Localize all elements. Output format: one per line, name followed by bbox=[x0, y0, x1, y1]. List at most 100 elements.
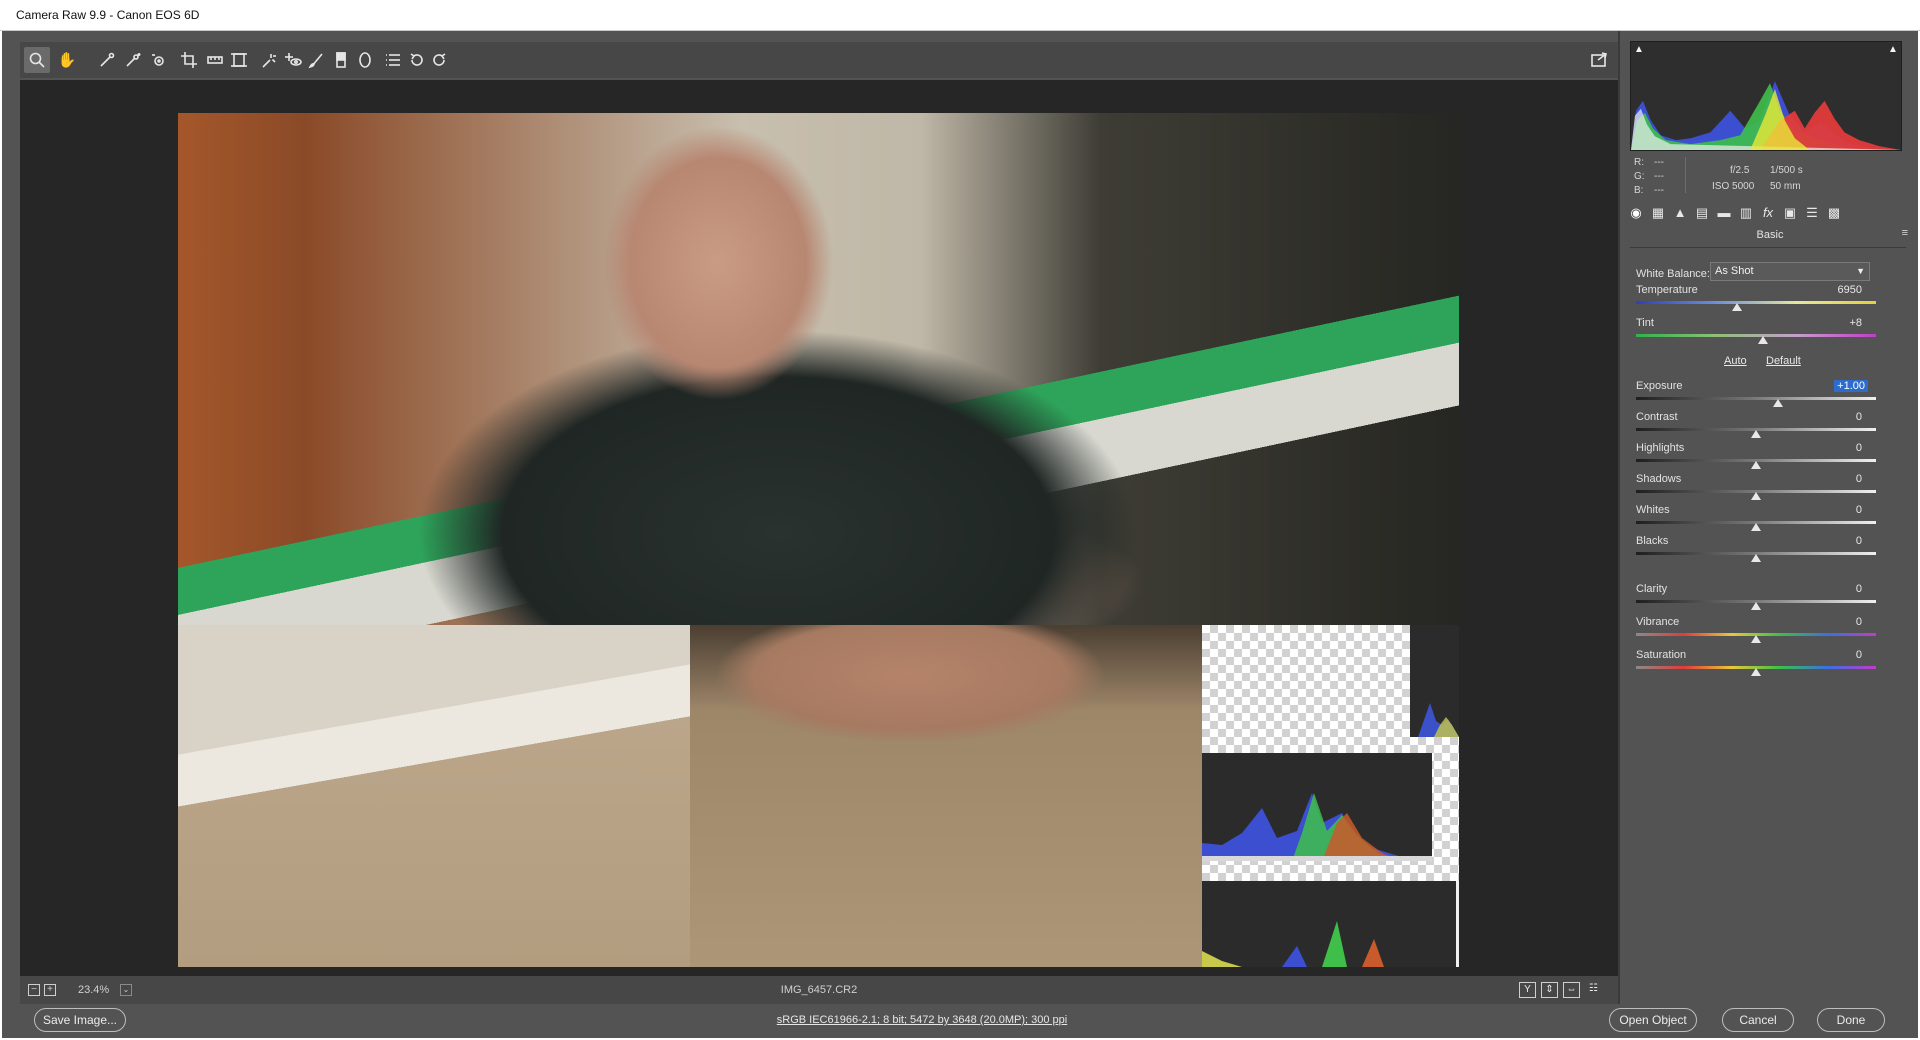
auto-link[interactable]: Auto bbox=[1724, 355, 1747, 367]
fullscreen-icon[interactable] bbox=[1586, 47, 1612, 73]
basic-panel: White Balance: As Shot ▼ Temperature 695… bbox=[1630, 247, 1906, 1004]
zoom-tool-icon[interactable] bbox=[24, 47, 50, 73]
snapshots-tab-icon[interactable]: ▩ bbox=[1826, 205, 1842, 221]
slider-value[interactable]: 0 bbox=[1856, 473, 1862, 485]
swap-before-after-button[interactable]: ⇕ bbox=[1541, 982, 1558, 998]
slider-thumb[interactable] bbox=[1758, 336, 1769, 344]
open-object-button[interactable]: Open Object bbox=[1609, 1008, 1697, 1032]
white-balance-tool-icon[interactable] bbox=[94, 47, 120, 73]
effects-tab-icon[interactable]: fx bbox=[1760, 205, 1776, 221]
slider-thumb[interactable] bbox=[1772, 399, 1783, 407]
slider-thumb[interactable] bbox=[1751, 635, 1761, 643]
image-canvas[interactable] bbox=[20, 80, 1618, 976]
slider-value[interactable]: 0 bbox=[1856, 535, 1862, 547]
shadows-slider[interactable]: Shadows 0 bbox=[1636, 473, 1876, 501]
straighten-tool-icon[interactable] bbox=[202, 47, 228, 73]
camera-calibration-tab-icon[interactable]: ▣ bbox=[1782, 205, 1798, 221]
highlight-clipping-warning-icon[interactable]: ▲ bbox=[1887, 44, 1899, 56]
toggle-settings-button[interactable]: ☷ bbox=[1585, 982, 1602, 998]
red-eye-removal-tool-icon[interactable] bbox=[280, 47, 306, 73]
window-title: Camera Raw 9.9 - Canon EOS 6D bbox=[0, 0, 1920, 31]
rotate-right-icon[interactable] bbox=[426, 47, 452, 73]
chevron-down-icon: ▼ bbox=[1856, 266, 1865, 276]
histogram: ▲ ▲ bbox=[1630, 41, 1902, 151]
clarity-slider[interactable]: Clarity 0 bbox=[1636, 583, 1876, 611]
r-label: R: bbox=[1634, 157, 1644, 168]
file-name: IMG_6457.CR2 bbox=[780, 984, 858, 996]
slider-value[interactable]: 0 bbox=[1856, 616, 1862, 628]
lens-corrections-tab-icon[interactable]: ▥ bbox=[1738, 205, 1754, 221]
slider-thumb[interactable] bbox=[1751, 523, 1761, 531]
slider-thumb[interactable] bbox=[1731, 303, 1742, 311]
copy-after-to-before-button[interactable]: ⇔ bbox=[1563, 982, 1580, 998]
slider-thumb[interactable] bbox=[1751, 668, 1761, 676]
slider-value[interactable]: +8 bbox=[1849, 317, 1862, 329]
color-sampler-tool-icon[interactable] bbox=[120, 47, 146, 73]
camera-raw-app: ✋ − + 23.4% ⌄ IMG_6457.CR2 Y ⇕ ⇔ ☷ Save … bbox=[2, 31, 1918, 1038]
slider-thumb[interactable] bbox=[1751, 430, 1761, 438]
slider-value[interactable]: 0 bbox=[1856, 649, 1862, 661]
exposure-slider[interactable]: Exposure +1.00 bbox=[1636, 380, 1876, 408]
slider-value[interactable]: 0 bbox=[1856, 442, 1862, 454]
basic-tab-icon[interactable]: ◉ bbox=[1628, 205, 1644, 221]
vibrance-slider[interactable]: Vibrance 0 bbox=[1636, 616, 1876, 644]
detail-tab-icon[interactable]: ▲ bbox=[1672, 205, 1688, 221]
slider-thumb[interactable] bbox=[1751, 492, 1761, 500]
cancel-button[interactable]: Cancel bbox=[1722, 1008, 1794, 1032]
panel-title: Basic bbox=[1756, 229, 1784, 241]
done-button[interactable]: Done bbox=[1817, 1008, 1885, 1032]
adjustment-brush-icon[interactable] bbox=[304, 47, 330, 73]
slider-thumb[interactable] bbox=[1751, 602, 1761, 610]
hand-tool-icon[interactable]: ✋ bbox=[54, 47, 80, 73]
slider-thumb[interactable] bbox=[1751, 461, 1761, 469]
default-link[interactable]: Default bbox=[1766, 355, 1801, 367]
tone-curve-tab-icon[interactable]: ▦ bbox=[1650, 205, 1666, 221]
slider-label: Saturation bbox=[1636, 649, 1687, 661]
slider-value[interactable]: +1.00 bbox=[1834, 380, 1868, 392]
slider-label: Whites bbox=[1636, 504, 1670, 516]
blacks-slider[interactable]: Blacks 0 bbox=[1636, 535, 1876, 563]
spot-removal-tool-icon[interactable] bbox=[256, 47, 282, 73]
slider-value[interactable]: 6950 bbox=[1838, 284, 1862, 296]
g-label: G: bbox=[1634, 171, 1645, 182]
split-toning-tab-icon[interactable]: ▬ bbox=[1716, 205, 1732, 221]
slider-value[interactable]: 0 bbox=[1856, 411, 1862, 423]
slider-value[interactable]: 0 bbox=[1856, 504, 1862, 516]
panel-menu-icon[interactable]: ≡ bbox=[1902, 227, 1908, 239]
targeted-adjustment-tool-icon[interactable] bbox=[146, 47, 172, 73]
transform-tool-icon[interactable] bbox=[226, 47, 252, 73]
highlights-slider[interactable]: Highlights 0 bbox=[1636, 442, 1876, 470]
whites-slider[interactable]: Whites 0 bbox=[1636, 504, 1876, 532]
preferences-icon[interactable] bbox=[380, 47, 406, 73]
info-divider bbox=[1685, 157, 1686, 193]
crop-tool-icon[interactable] bbox=[176, 47, 202, 73]
presets-tab-icon[interactable]: ☰ bbox=[1804, 205, 1820, 221]
hsl-tab-icon[interactable]: ▤ bbox=[1694, 205, 1710, 221]
slider-track[interactable] bbox=[1636, 301, 1876, 304]
graduated-filter-icon[interactable] bbox=[328, 47, 354, 73]
histogram-graph bbox=[1631, 81, 1901, 150]
slider-track[interactable] bbox=[1636, 397, 1876, 400]
radial-filter-icon[interactable] bbox=[352, 47, 378, 73]
tint-slider[interactable]: Tint +8 bbox=[1636, 317, 1876, 345]
white-balance-select[interactable]: As Shot ▼ bbox=[1710, 262, 1870, 281]
slider-label: Vibrance bbox=[1636, 616, 1680, 628]
slider-thumb[interactable] bbox=[1751, 554, 1761, 562]
workflow-options-link[interactable]: sRGB IEC61966-2.1; 8 bit; 5472 by 3648 (… bbox=[2, 1014, 1842, 1026]
b-label: B: bbox=[1634, 185, 1644, 196]
photo-preview-bottom-left bbox=[178, 625, 690, 967]
photo-preview[interactable] bbox=[178, 113, 1459, 967]
ghost-histogram-fragment bbox=[1202, 753, 1432, 861]
contrast-slider[interactable]: Contrast 0 bbox=[1636, 411, 1876, 439]
slider-track[interactable] bbox=[1636, 334, 1876, 337]
slider-label: Clarity bbox=[1636, 583, 1668, 595]
shadow-clipping-warning-icon[interactable]: ▲ bbox=[1633, 44, 1645, 56]
temperature-slider[interactable]: Temperature 6950 bbox=[1636, 284, 1876, 312]
slider-label: Shadows bbox=[1636, 473, 1682, 485]
before-after-toggle-button[interactable]: Y bbox=[1519, 982, 1536, 998]
slider-label: Blacks bbox=[1636, 535, 1669, 547]
slider-label: Exposure bbox=[1636, 380, 1683, 392]
saturation-slider[interactable]: Saturation 0 bbox=[1636, 649, 1876, 677]
slider-label: Temperature bbox=[1636, 284, 1698, 296]
slider-value[interactable]: 0 bbox=[1856, 583, 1862, 595]
